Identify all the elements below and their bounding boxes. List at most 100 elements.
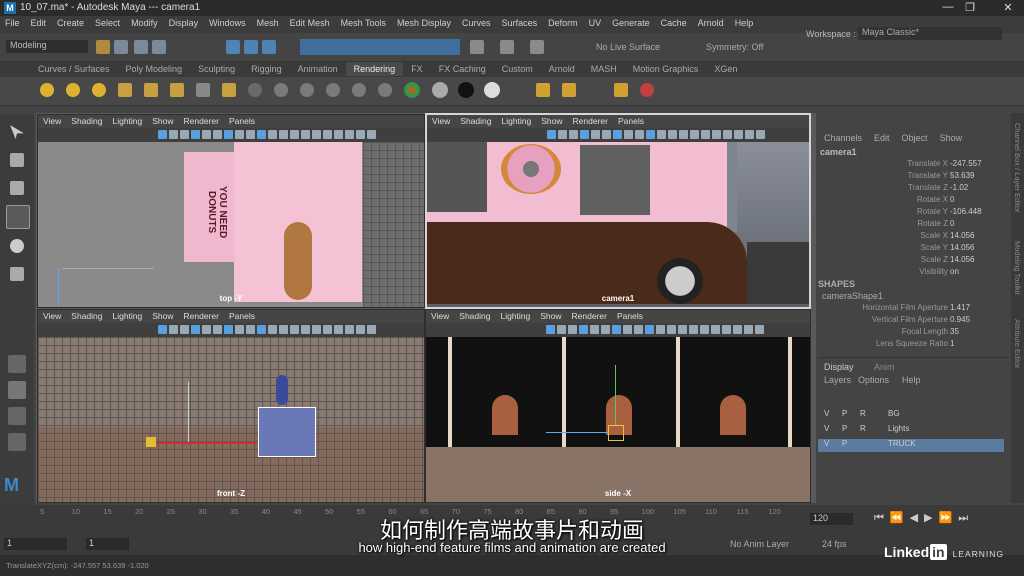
workspace-selector[interactable]: Maya Classic* — [858, 27, 1002, 40]
vp-menu-show[interactable]: Show — [147, 115, 178, 127]
ambient-light-icon[interactable] — [40, 83, 54, 97]
layer-tab-display[interactable]: Display — [824, 362, 854, 372]
menu-uv[interactable]: UV — [584, 16, 608, 28]
menu-arnold[interactable]: Arnold — [693, 16, 730, 28]
menu-windows[interactable]: Windows — [204, 16, 252, 28]
menu-modify[interactable]: Modify — [126, 16, 164, 28]
folder-icon[interactable] — [96, 40, 110, 54]
lasso-tool-icon[interactable] — [10, 153, 24, 167]
side-tab-channel-box[interactable]: Channel Box / Layer Editor — [1013, 123, 1022, 213]
undo-icon[interactable] — [134, 40, 148, 54]
shader-layered-icon[interactable] — [378, 83, 392, 97]
mode-selector[interactable]: Modeling — [6, 40, 88, 53]
menu-surfaces[interactable]: Surfaces — [497, 16, 544, 28]
menu-curves[interactable]: Curves — [457, 16, 497, 28]
reference-toggle[interactable]: R — [860, 409, 866, 418]
shelf-tab-xgen[interactable]: XGen — [706, 62, 745, 76]
cb-tab-edit[interactable]: Edit — [868, 131, 896, 145]
vp-menu-panels[interactable]: Panels — [612, 310, 648, 322]
shader-white-icon[interactable] — [484, 82, 500, 98]
shelf-tab-rendering[interactable]: Rendering — [345, 62, 404, 76]
shader-ramp-icon[interactable] — [404, 82, 420, 98]
playback-toggle[interactable]: P — [842, 439, 847, 448]
render-settings-icon[interactable] — [614, 83, 628, 97]
menu-cache[interactable]: Cache — [656, 16, 693, 28]
camera-icon[interactable] — [196, 83, 210, 97]
menu-edit-mesh[interactable]: Edit Mesh — [285, 16, 336, 28]
viewport-front[interactable]: View Shading Lighting Show Renderer Panels fr… — [37, 309, 425, 503]
volume-light-icon[interactable] — [170, 83, 184, 97]
shelf-tab-custom[interactable]: Custom — [494, 62, 541, 76]
vp-menu-lighting[interactable]: Lighting — [496, 115, 536, 127]
cb-tab-show[interactable]: Show — [934, 131, 969, 145]
camera-locator[interactable] — [146, 437, 156, 447]
scale-tool-icon[interactable] — [10, 267, 24, 281]
symmetry-label[interactable]: Symmetry: Off — [706, 42, 763, 52]
shelf-tab-fx[interactable]: FX — [403, 62, 431, 76]
menu-file[interactable]: File — [0, 16, 26, 28]
shader-surface-icon[interactable] — [432, 82, 448, 98]
command-line[interactable]: TranslateXYZ(cm): -247.557 53.639 -1.020 — [0, 555, 1024, 576]
vp-menu-shading[interactable]: Shading — [454, 310, 495, 322]
vp-menu-show[interactable]: Show — [535, 310, 566, 322]
shelf-tab-arnold[interactable]: Arnold — [541, 62, 583, 76]
vp-menu-show[interactable]: Show — [536, 115, 567, 127]
side-by-side-layout-icon[interactable] — [8, 407, 26, 425]
select-tool-icon[interactable] — [10, 125, 24, 139]
vp-menu-lighting[interactable]: Lighting — [107, 115, 147, 127]
ipr-render-icon[interactable] — [562, 83, 576, 97]
snap-curve-icon[interactable] — [500, 40, 514, 54]
hypershade-icon[interactable] — [640, 83, 654, 97]
vp-menu-view[interactable]: View — [38, 115, 66, 127]
save-icon[interactable] — [114, 40, 128, 54]
playback-toggle[interactable]: P — [842, 424, 847, 433]
layer-row[interactable]: V P R Lights — [818, 424, 1004, 437]
menu-help[interactable]: Help — [730, 16, 760, 28]
vp-menu-view[interactable]: View — [38, 310, 66, 322]
menu-generate[interactable]: Generate — [607, 16, 656, 28]
shelf-tab-poly[interactable]: Poly Modeling — [118, 62, 191, 76]
shelf-tab-animation[interactable]: Animation — [290, 62, 346, 76]
single-pane-layout-icon[interactable] — [8, 355, 26, 373]
camera-aim-icon[interactable] — [222, 83, 236, 97]
camera-locator[interactable] — [608, 425, 624, 441]
vp-menu-lighting[interactable]: Lighting — [495, 310, 535, 322]
maximize-button[interactable]: ❐ — [960, 1, 980, 14]
vp-menu-panels[interactable]: Panels — [224, 310, 260, 322]
vp-menu-renderer[interactable]: Renderer — [567, 310, 612, 322]
layer-row-selected[interactable]: V P TRUCK — [818, 439, 1004, 452]
layer-menu-layers[interactable]: Layers — [824, 375, 851, 385]
vp-menu-renderer[interactable]: Renderer — [568, 115, 613, 127]
menu-display[interactable]: Display — [164, 16, 205, 28]
menu-mesh-tools[interactable]: Mesh Tools — [336, 16, 392, 28]
vp-menu-view[interactable]: View — [427, 115, 455, 127]
visibility-toggle[interactable]: V — [824, 439, 829, 448]
shader-lambert-icon[interactable] — [274, 83, 288, 97]
shader-black-icon[interactable] — [458, 82, 474, 98]
vp-menu-renderer[interactable]: Renderer — [179, 115, 224, 127]
minimize-button[interactable]: — — [938, 1, 958, 13]
selection-mask-bar[interactable] — [300, 39, 460, 55]
layer-tab-anim[interactable]: Anim — [874, 362, 895, 372]
select-component-icon[interactable] — [262, 40, 276, 54]
shelf-tab-mash[interactable]: MASH — [583, 62, 625, 76]
spot-light-icon[interactable] — [118, 83, 132, 97]
shelf-tab-motion-graphics[interactable]: Motion Graphics — [625, 62, 707, 76]
shader-anisotropic-icon[interactable] — [352, 83, 366, 97]
side-tab-attribute-editor[interactable]: Attribute Editor — [1013, 319, 1022, 369]
vp-menu-shading[interactable]: Shading — [66, 115, 107, 127]
directional-light-icon[interactable] — [66, 83, 80, 97]
side-tab-modeling-toolkit[interactable]: Modeling Toolkit — [1013, 241, 1022, 295]
menu-create[interactable]: Create — [52, 16, 90, 28]
four-pane-layout-icon[interactable] — [8, 381, 26, 399]
vp-menu-show[interactable]: Show — [147, 310, 178, 322]
select-hierarchy-icon[interactable] — [226, 40, 240, 54]
menu-edit[interactable]: Edit — [26, 16, 53, 28]
vp-menu-view[interactable]: View — [426, 310, 454, 322]
viewport-top[interactable]: View Shading Lighting Show Renderer Panels YO… — [37, 114, 425, 308]
layer-row[interactable]: V P R BG — [818, 409, 1004, 422]
cb-tab-channels[interactable]: Channels — [818, 131, 868, 145]
shelf-tab-rigging[interactable]: Rigging — [243, 62, 290, 76]
layer-menu-options[interactable]: Options — [858, 375, 889, 385]
area-light-icon[interactable] — [144, 83, 158, 97]
